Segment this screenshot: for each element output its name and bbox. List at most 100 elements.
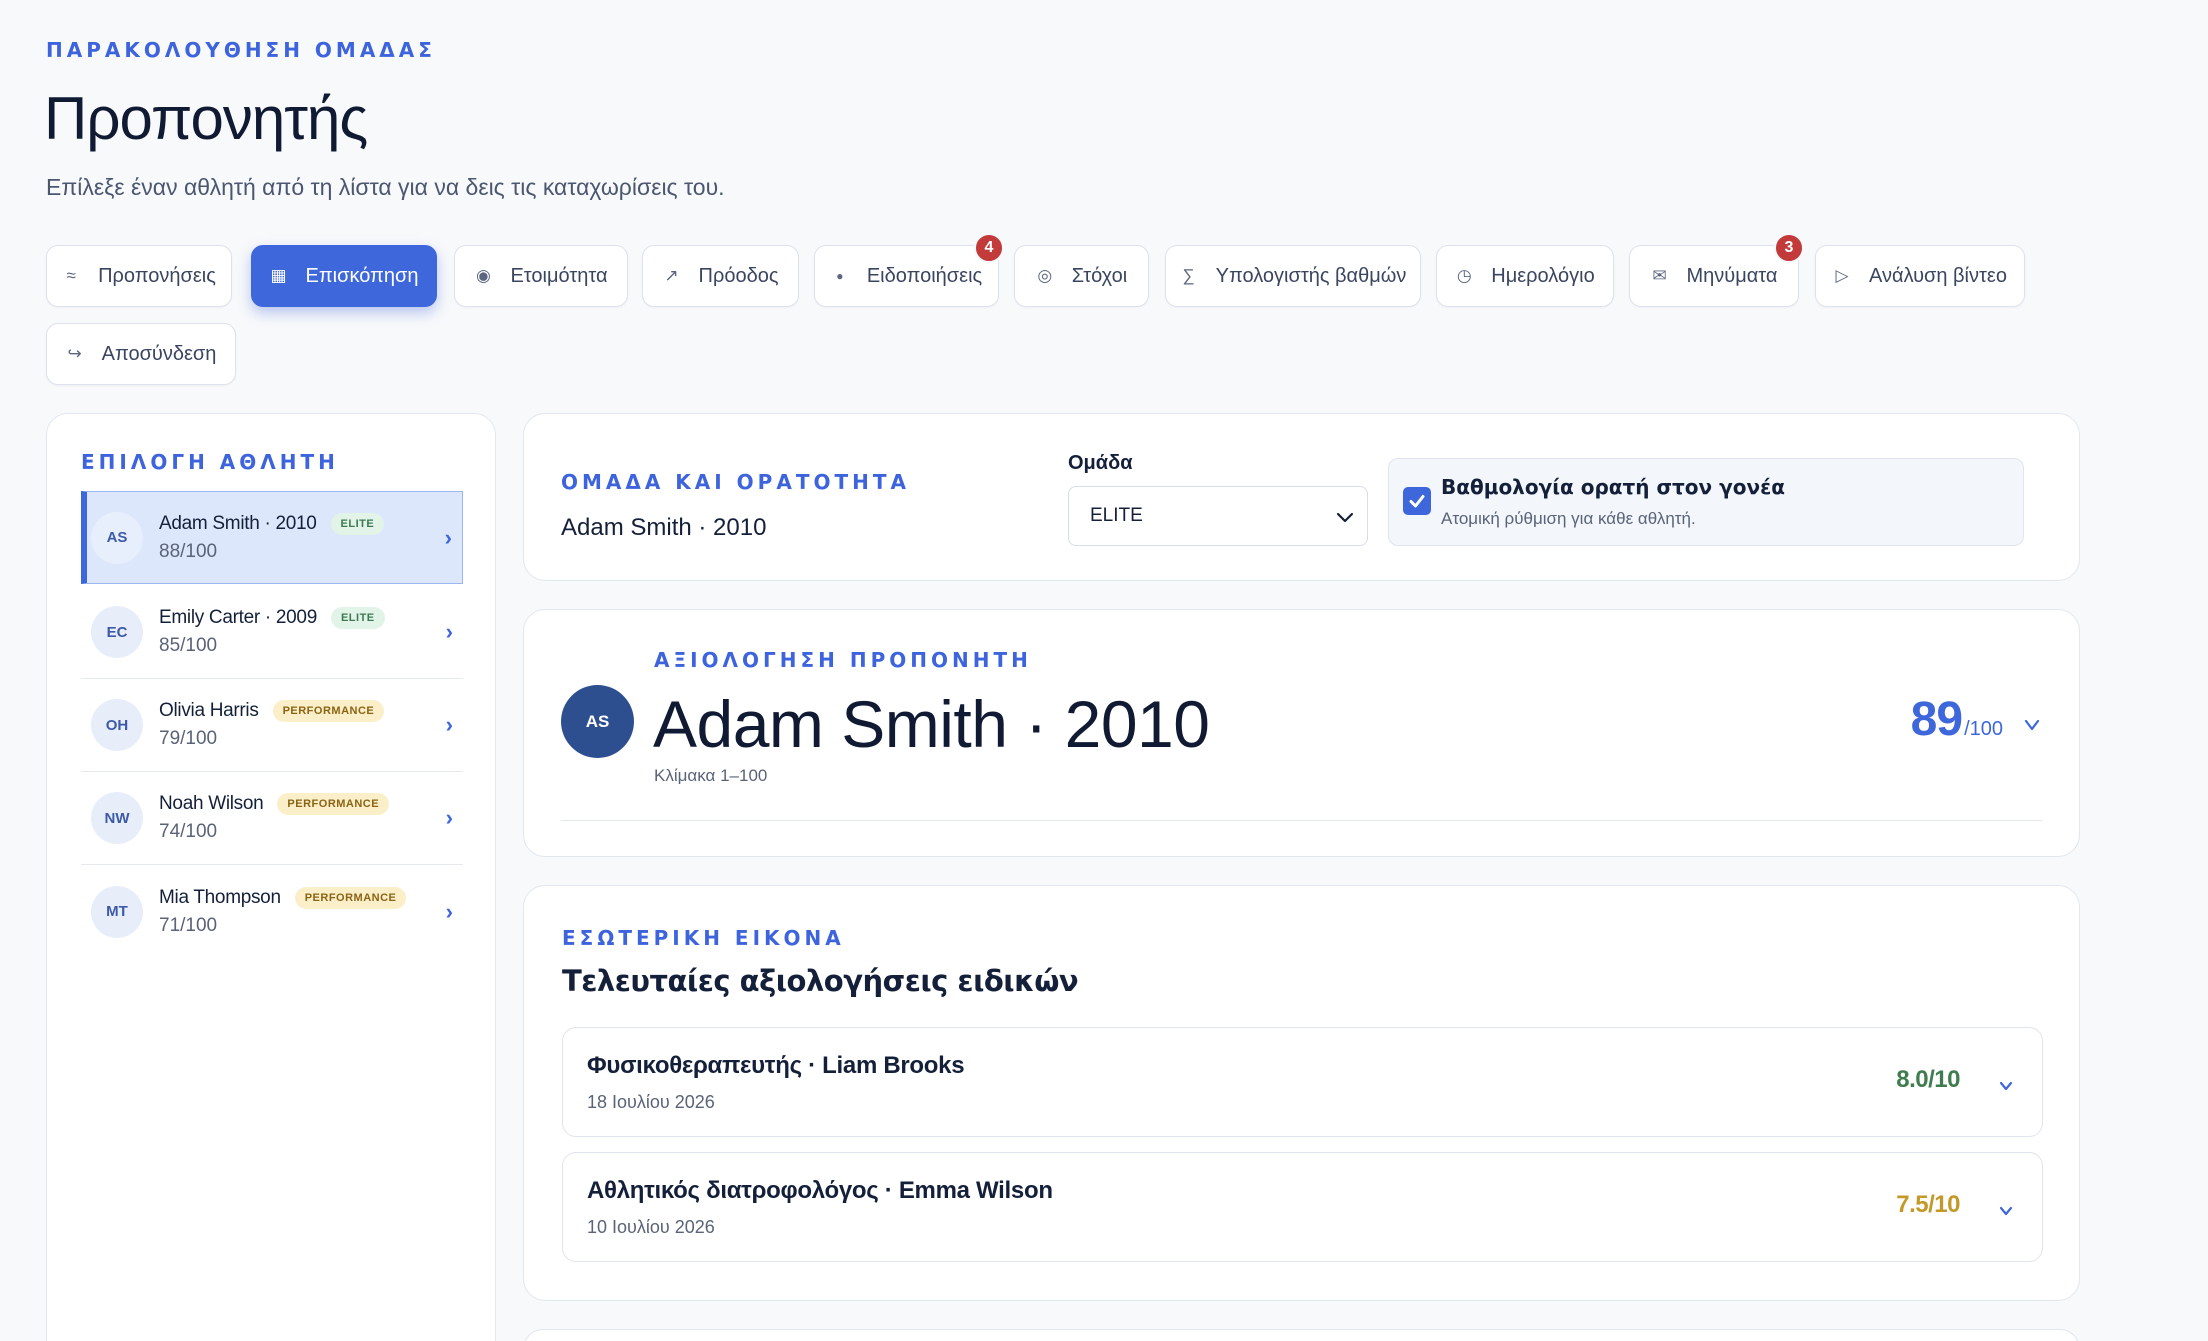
athlete-score: 74/100	[159, 821, 218, 842]
avatar: MT	[91, 885, 143, 938]
checkmark-icon	[1409, 495, 1425, 508]
avatar: AS	[561, 685, 634, 758]
athlete-selection-panel: ΕΠΙΛΟΓΗ ΑΘΛΗΤΗ AS Adam Smith · 2010 ELIT…	[46, 413, 496, 1341]
parent-visibility-checkbox[interactable]	[1403, 487, 1431, 515]
review-date: 18 Ιουλίου 2026	[587, 1092, 715, 1112]
expert-reviews-title: Τελευταίες αξιολογήσεις ειδικών	[562, 964, 1079, 998]
athlete-score: 79/100	[159, 728, 218, 749]
review-title: Αθλητικός διατροφολόγος · Emma Wilson	[587, 1177, 1053, 1204]
evaluated-athlete-name: Adam Smith · 2010	[653, 687, 1210, 761]
nav-goals-button[interactable]: ◎ Στόχοι	[1014, 245, 1149, 307]
expand-chevron-icon	[1999, 1206, 2013, 1216]
nav-label: Πρόοδος	[698, 264, 779, 287]
coach-evaluation-card: AS ΑΞΙΟΛΟΓΗΣΗ ΠΡΟΠΟΝΗΤΗ Adam Smith · 201…	[523, 609, 2080, 857]
page-eyebrow: ΠΑΡΑΚΟΛΟΥΘΗΣΗ ΟΜΑΔΑΣ	[46, 38, 436, 62]
chevron-right-icon: ›	[445, 712, 453, 737]
nav-calendar-button[interactable]: ◷ Ημερολόγιο	[1436, 245, 1614, 307]
review-title: Φυσικοθεραπευτής · Liam Brooks	[587, 1052, 965, 1079]
nav-label: Υπολογιστής βαθμών	[1215, 264, 1407, 287]
target-icon: ◎	[1037, 266, 1053, 285]
athlete-row-mia-thompson[interactable]: MT Mia Thompson PERFORMANCE 71/100 ›	[81, 865, 463, 958]
chevron-down-icon	[1336, 512, 1354, 523]
messages-count-badge: 3	[1774, 233, 1804, 263]
athlete-row-olivia-harris[interactable]: OH Olivia Harris PERFORMANCE 79/100 ›	[81, 679, 463, 772]
avatar: EC	[91, 606, 143, 658]
athlete-row-noah-wilson[interactable]: NW Noah Wilson PERFORMANCE 74/100 ›	[81, 772, 463, 865]
athlete-name: Emily Carter · 2009	[159, 607, 317, 628]
avatar: NW	[91, 792, 143, 844]
trend-arrow-icon: ↗	[664, 266, 679, 285]
expert-reviews-card: ΕΣΩΤΕΡΙΚΗ ΕΙΚΟΝΑ Τελευταίες αξιολογήσεις…	[523, 885, 2080, 1301]
nav-readiness-button[interactable]: ◉ Ετοιμότητα	[454, 245, 628, 307]
nav-label: Ημερολόγιο	[1491, 264, 1595, 287]
parent-visibility-label: Βαθμολογία ορατή στον γονέα	[1441, 475, 1785, 499]
group-tag: PERFORMANCE	[294, 886, 407, 909]
nav-label: Αποσύνδεση	[101, 342, 217, 365]
nav-logout-button[interactable]: ↪ Αποσύνδεση	[46, 323, 236, 385]
expert-reviews-eyebrow: ΕΣΩΤΕΡΙΚΗ ΕΙΚΟΝΑ	[562, 926, 845, 950]
avatar: OH	[91, 699, 143, 751]
team-select-label: Ομάδα	[1068, 452, 1133, 474]
group-tag: ELITE	[330, 512, 385, 535]
page-subtitle: Επίλεξε έναν αθλητή από τη λίστα για να …	[46, 174, 725, 200]
nav-progress-button[interactable]: ↗ Πρόοδος	[642, 245, 799, 307]
athlete-row-emily-carter[interactable]: EC Emily Carter · 2009 ELITE 85/100 ›	[81, 586, 463, 679]
group-tag: PERFORMANCE	[272, 700, 385, 722]
avatar: AS	[91, 511, 143, 564]
athlete-name: Mia Thompson	[159, 886, 281, 908]
evaluation-score-max: /100	[1964, 718, 2003, 740]
team-select[interactable]: ELITE	[1068, 486, 1368, 546]
athlete-name: Noah Wilson	[159, 793, 264, 814]
chevron-right-icon: ›	[445, 805, 453, 830]
nav-label: Επισκόπηση	[305, 264, 419, 287]
envelope-icon: ✉	[1652, 266, 1667, 285]
chevron-right-icon: ›	[445, 898, 453, 924]
expand-chevron-icon[interactable]	[2023, 718, 2041, 732]
nav-overview-button[interactable]: ▦ Επισκόπηση	[251, 245, 437, 307]
athlete-score: 71/100	[159, 914, 218, 936]
grid-icon: ▦	[270, 266, 287, 285]
parent-visibility-option: Βαθμολογία ορατή στον γονέα Ατομική ρύθμ…	[1388, 458, 2024, 546]
athlete-row-adam-smith[interactable]: AS Adam Smith · 2010 ELITE 88/100 ›	[81, 491, 463, 584]
athlete-score: 88/100	[159, 540, 218, 562]
athlete-selection-title: ΕΠΙΛΟΓΗ ΑΘΛΗΤΗ	[81, 450, 339, 474]
team-select-value: ELITE	[1090, 505, 1143, 526]
clock-icon: ◷	[1456, 266, 1472, 285]
team-visibility-card: ΟΜΑΔΑ ΚΑΙ ΟΡΑΤΟΤΗΤΑ Adam Smith · 2010 Ομ…	[523, 413, 2080, 581]
nav-notifications-button[interactable]: ● Ειδοποιήσεις 4	[814, 233, 1004, 307]
nav-label: Προπονήσεις	[98, 264, 216, 287]
parent-visibility-hint: Ατομική ρύθμιση για κάθε αθλητή.	[1441, 509, 1696, 528]
athlete-score: 85/100	[159, 635, 218, 656]
notifications-count-badge: 4	[974, 233, 1004, 263]
review-score: 8.0/10	[1896, 1066, 1960, 1093]
next-section-card	[523, 1329, 2080, 1341]
evaluation-score-value: 89	[1910, 693, 1963, 746]
nav-label: Ανάλυση βίντεο	[1869, 264, 2007, 287]
review-date: 10 Ιουλίου 2026	[587, 1217, 715, 1237]
target-dot-icon: ◉	[476, 266, 491, 285]
page-title: Προπονητής	[44, 85, 368, 152]
selected-athlete-name: Adam Smith · 2010	[561, 514, 767, 541]
divider	[561, 820, 2042, 821]
group-tag: PERFORMANCE	[277, 793, 390, 815]
athlete-name: Olivia Harris	[159, 700, 259, 721]
nav-label: Ειδοποιήσεις	[866, 264, 983, 287]
logout-icon: ↪	[67, 344, 82, 363]
nav-messages-button[interactable]: ✉ Μηνύματα 3	[1629, 233, 1804, 307]
nav-label: Ετοιμότητα	[510, 264, 608, 287]
expert-review-item[interactable]: Αθλητικός διατροφολόγος · Emma Wilson 10…	[562, 1152, 2043, 1262]
nav-trainings-button[interactable]: ≈ Προπονήσεις	[46, 245, 232, 307]
evaluation-score: 89 /100	[1911, 692, 2003, 747]
nav-video-analysis-button[interactable]: ▷ Ανάλυση βίντεο	[1815, 245, 2025, 307]
coach-evaluation-title: ΑΞΙΟΛΟΓΗΣΗ ΠΡΟΠΟΝΗΤΗ	[654, 648, 1032, 672]
review-score: 7.5/10	[1896, 1191, 1960, 1218]
nav-label: Στόχοι	[1071, 264, 1128, 287]
expert-review-item[interactable]: Φυσικοθεραπευτής · Liam Brooks 18 Ιουλίο…	[562, 1027, 2043, 1137]
expand-chevron-icon	[1999, 1081, 2013, 1091]
nav-score-calculator-button[interactable]: ∑ Υπολογιστής βαθμών	[1165, 245, 1421, 307]
evaluation-scale: Κλίμακα 1–100	[654, 766, 768, 785]
athlete-name: Adam Smith · 2010	[159, 512, 317, 534]
waves-icon: ≈	[66, 266, 76, 285]
nav-label: Μηνύματα	[1686, 264, 1778, 287]
dot-icon: ●	[836, 269, 844, 283]
